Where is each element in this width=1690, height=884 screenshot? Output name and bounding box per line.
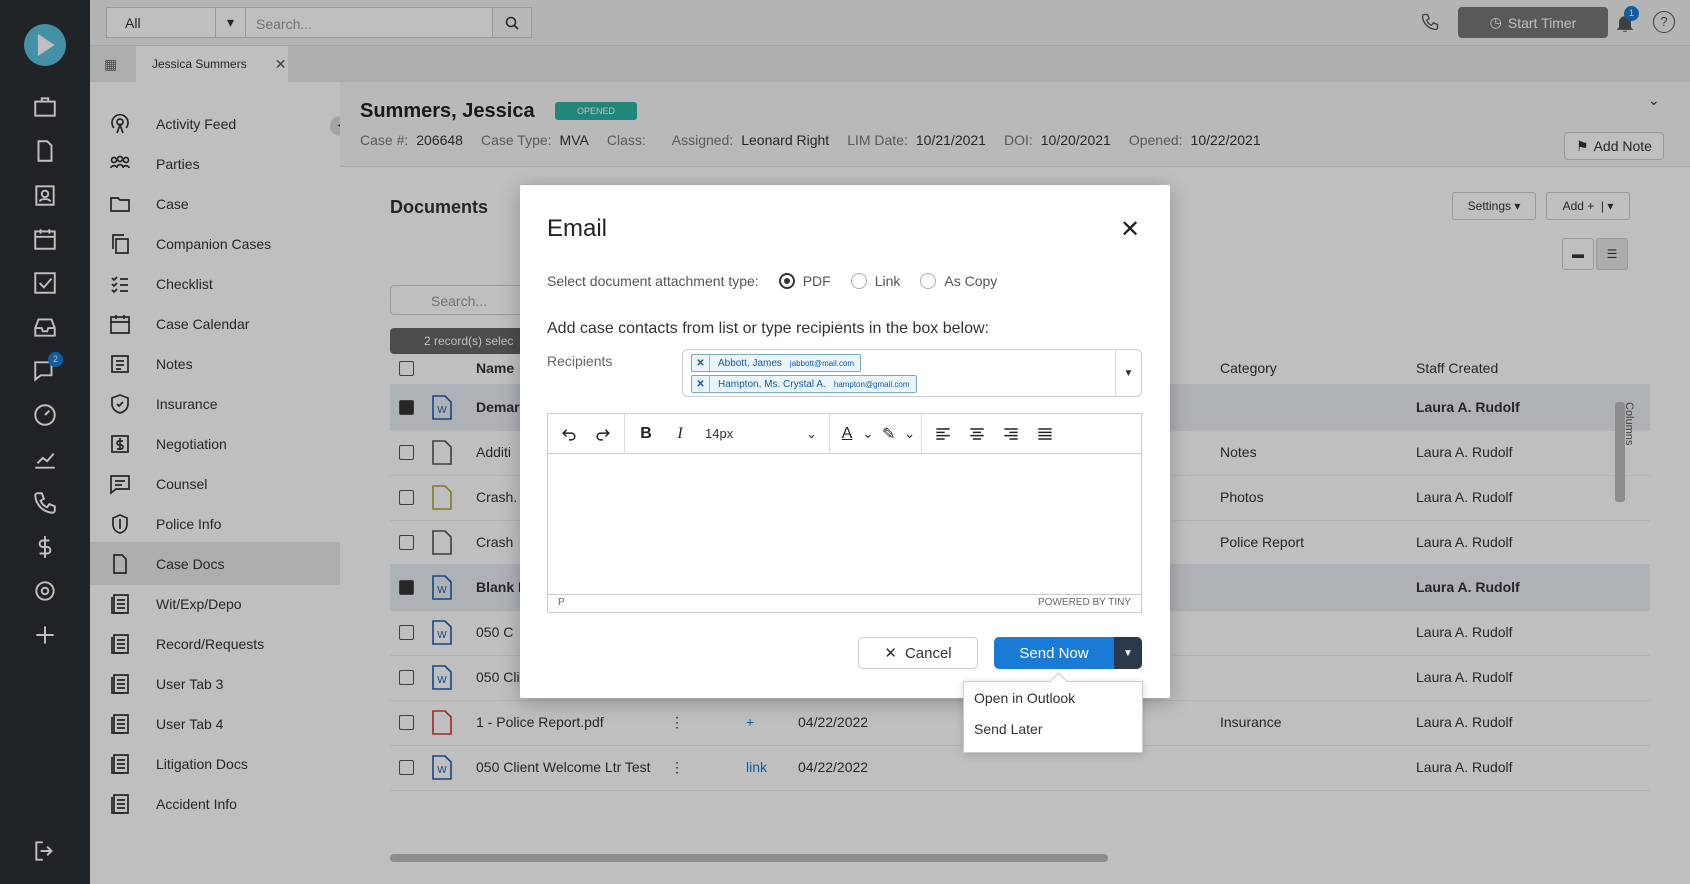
send-options-caret[interactable]: ▼	[1114, 637, 1142, 669]
email-body-editor: B I 14px ⌄ A ⌄ ✎ ⌄ P POWERED BY TINY	[547, 413, 1142, 613]
send-now-label: Send Now	[1019, 644, 1089, 662]
recipient-email: hampton@gmail.com	[833, 379, 910, 389]
radio-as-copy-label: As Copy	[944, 273, 998, 289]
align-justify-icon[interactable]	[1030, 419, 1060, 449]
recipient-name: Abbott, James	[718, 357, 782, 369]
align-right-icon[interactable]	[996, 419, 1026, 449]
close-icon: ✕	[884, 645, 897, 662]
powered-by-label: POWERED BY TINY	[1038, 597, 1131, 608]
highlight-icon[interactable]: ✎	[878, 419, 900, 449]
recipient-chip: ✕ Abbott, James jabbott@mail.com	[691, 354, 862, 372]
undo-icon[interactable]	[554, 419, 584, 449]
redo-icon[interactable]	[588, 419, 618, 449]
send-now-button[interactable]: Send Now	[994, 637, 1114, 669]
align-center-icon[interactable]	[962, 419, 992, 449]
remove-recipient-icon[interactable]: ✕	[692, 376, 710, 392]
radio-link[interactable]	[850, 273, 867, 289]
contacts-instructions: Add case contacts from list or type reci…	[547, 320, 989, 337]
menu-item-open-in-outlook[interactable]: Open in Outlook	[964, 682, 1142, 713]
font-size-select[interactable]: 14px ⌄	[699, 426, 823, 442]
cancel-label: Cancel	[904, 644, 952, 662]
close-icon[interactable]: ✕	[1120, 215, 1140, 244]
chevron-down-icon: ⌄	[806, 425, 817, 441]
email-modal: Email ✕ Select document attachment type:…	[520, 185, 1170, 698]
recipient-name: Hampton, Ms. Crystal A.	[718, 378, 826, 390]
radio-link-label: Link	[874, 273, 901, 289]
editor-statusbar: P POWERED BY TINY	[548, 594, 1141, 612]
recipients-label: Recipients	[547, 353, 613, 369]
italic-icon[interactable]: I	[665, 419, 695, 449]
radio-as-copy[interactable]	[920, 273, 937, 289]
chevron-down-icon[interactable]: ⌄	[862, 425, 874, 442]
recipient-email: jabbott@mail.com	[789, 358, 855, 368]
attachment-type-group: Select document attachment type: PDF Lin…	[547, 273, 997, 289]
remove-recipient-icon[interactable]: ✕	[692, 355, 710, 371]
menu-item-send-later[interactable]: Send Later	[964, 713, 1142, 744]
bold-icon[interactable]: B	[631, 419, 661, 449]
text-color-icon[interactable]: A	[836, 419, 858, 449]
attachment-type-label: Select document attachment type:	[547, 273, 759, 289]
radio-pdf[interactable]	[778, 273, 795, 289]
radio-pdf-label: PDF	[802, 273, 831, 289]
align-left-icon[interactable]	[928, 419, 958, 449]
editor-toolbar: B I 14px ⌄ A ⌄ ✎ ⌄	[548, 413, 1141, 454]
element-path: P	[558, 597, 565, 608]
recipients-dropdown-icon[interactable]: ▼	[1115, 350, 1141, 396]
send-options-menu: Open in Outlook Send Later	[963, 681, 1143, 753]
cancel-button[interactable]: ✕ Cancel	[858, 637, 978, 669]
modal-title: Email	[547, 215, 608, 242]
font-size-value: 14px	[705, 426, 734, 441]
recipient-chip: ✕ Hampton, Ms. Crystal A. hampton@gmail.co…	[691, 375, 917, 393]
chevron-down-icon[interactable]: ⌄	[904, 425, 916, 442]
recipients-field[interactable]: ✕ Abbott, James jabbott@mail.com ✕ Hampton,…	[682, 349, 1142, 397]
editor-content-area[interactable]	[548, 455, 1141, 595]
